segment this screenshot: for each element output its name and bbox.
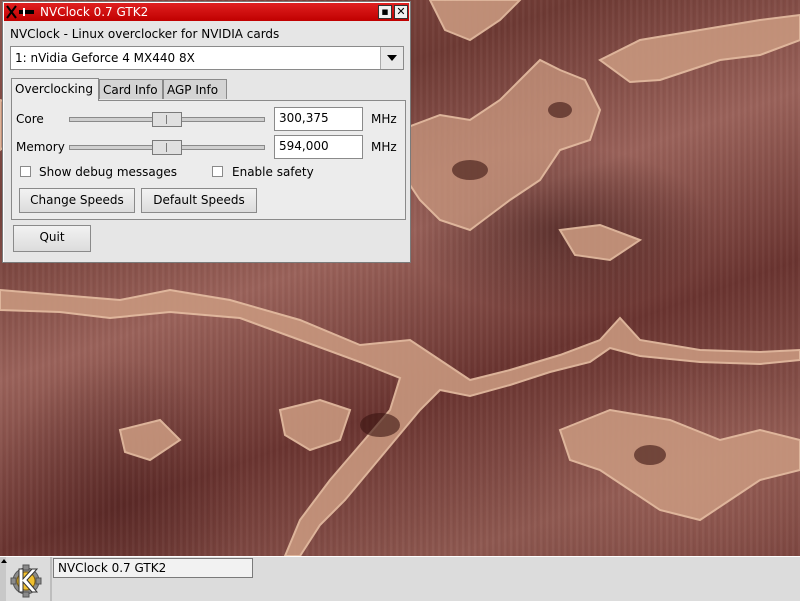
card-select-value: 1: nVidia Geforce 4 MX440 8X bbox=[15, 51, 195, 65]
nvclock-app-icon bbox=[6, 5, 34, 19]
nvclock-window: NVClock 0.7 GTK2 ▪ ✕ NVClock - Linux ove… bbox=[2, 1, 411, 263]
memory-label: Memory bbox=[16, 140, 65, 154]
tab-card-info[interactable]: Card Info bbox=[99, 79, 163, 99]
core-speed-input[interactable]: 300,375 bbox=[274, 107, 363, 131]
close-button[interactable]: ✕ bbox=[394, 5, 408, 19]
core-slider-handle[interactable] bbox=[152, 112, 182, 127]
app-subtitle: NVClock - Linux overclocker for NVIDIA c… bbox=[10, 27, 280, 41]
card-select[interactable]: 1: nVidia Geforce 4 MX440 8X bbox=[10, 46, 404, 70]
memory-speed-input[interactable]: 594,000 bbox=[274, 135, 363, 159]
core-unit: MHz bbox=[371, 112, 397, 126]
enable-safety-checkbox[interactable] bbox=[212, 166, 223, 177]
show-debug-label: Show debug messages bbox=[39, 165, 178, 179]
memory-unit: MHz bbox=[371, 140, 397, 154]
window-title: NVClock 0.7 GTK2 bbox=[40, 5, 149, 19]
chevron-down-icon[interactable] bbox=[380, 47, 403, 69]
tab-agp-info[interactable]: AGP Info bbox=[163, 79, 227, 99]
kde-k-menu-icon[interactable] bbox=[6, 559, 46, 599]
show-debug-checkbox[interactable] bbox=[20, 166, 31, 177]
overclocking-panel: Core 300,375 MHz Memory 594,000 MHz Show… bbox=[11, 100, 406, 220]
iconify-button[interactable]: ▪ bbox=[378, 5, 392, 19]
default-speeds-button[interactable]: Default Speeds bbox=[141, 188, 257, 213]
tab-overclocking[interactable]: Overclocking bbox=[11, 78, 99, 101]
memory-slider-handle[interactable] bbox=[152, 140, 182, 155]
taskbar-separator bbox=[50, 557, 52, 601]
taskbar: NVClock 0.7 GTK2 bbox=[0, 556, 800, 601]
enable-safety-label: Enable safety bbox=[232, 165, 314, 179]
quit-button[interactable]: Quit bbox=[13, 225, 91, 252]
change-speeds-button[interactable]: Change Speeds bbox=[19, 188, 135, 213]
core-label: Core bbox=[16, 112, 44, 126]
titlebar[interactable]: NVClock 0.7 GTK2 ▪ ✕ bbox=[4, 3, 409, 21]
taskbar-task-nvclock[interactable]: NVClock 0.7 GTK2 bbox=[53, 558, 253, 578]
